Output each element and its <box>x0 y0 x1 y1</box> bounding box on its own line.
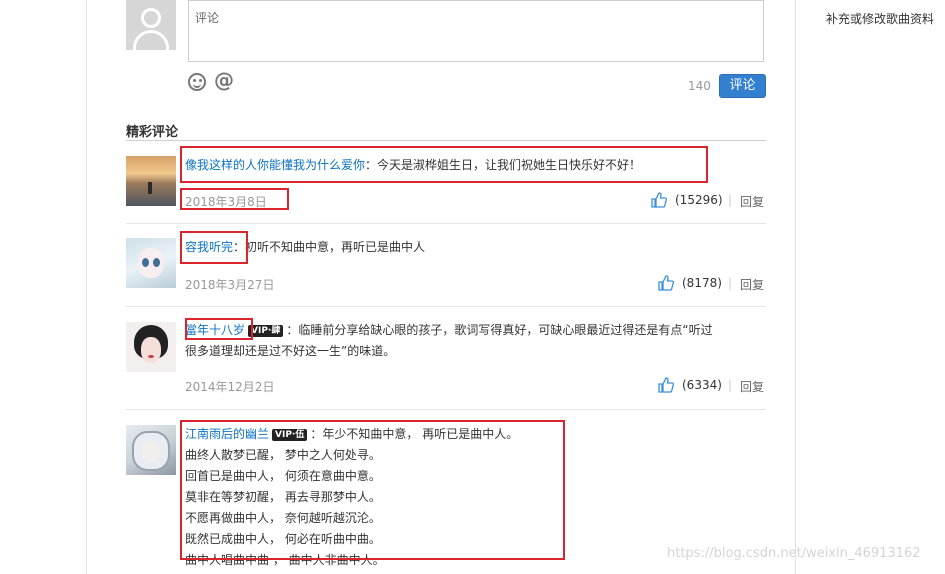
comment-input[interactable]: 评论 <box>188 0 764 62</box>
highlight-box <box>180 188 289 210</box>
highlight-box <box>180 231 248 264</box>
comment-divider <box>126 409 766 410</box>
highlight-box <box>180 420 565 560</box>
comment-input-placeholder: 评论 <box>195 11 220 25</box>
edit-song-info-link[interactable]: 补充或修改歌曲资料 <box>826 10 934 27</box>
comment-text: 临睡前分享给缺心眼的孩子，歌词写得真好，可缺心眼最近过得还是有点“听过 <box>298 323 713 337</box>
like-icon[interactable] <box>658 377 674 393</box>
comment-divider <box>126 223 766 224</box>
comment-text: 很多道理却还是过不好这一生”的味道。 <box>185 344 396 358</box>
content-right-border <box>795 0 796 574</box>
like-icon[interactable] <box>651 192 667 208</box>
char-count: 140 <box>688 79 711 93</box>
at-mention-icon[interactable]: @ <box>214 68 234 92</box>
like-count: (6334) <box>682 378 722 392</box>
separator: | <box>728 276 733 290</box>
like-icon[interactable] <box>658 275 674 291</box>
section-title: 精彩评论 <box>126 125 179 140</box>
separator: | <box>728 378 733 392</box>
emoji-icon[interactable] <box>188 73 206 91</box>
separator: | <box>728 193 733 207</box>
vip-badge: VIP·肆 <box>248 324 284 337</box>
comment-avatar[interactable] <box>126 238 176 288</box>
reply-link[interactable]: 回复 <box>740 378 764 395</box>
like-count: (15296) <box>675 193 723 207</box>
watermark: https://blog.csdn.net/weixin_46913162 <box>667 546 921 561</box>
highlight-box <box>185 318 253 340</box>
reply-link[interactable]: 回复 <box>740 193 764 210</box>
comment-avatar[interactable] <box>126 322 176 372</box>
comment-date: 2014年12月2日 <box>185 380 275 394</box>
section-divider <box>126 140 766 141</box>
current-user-avatar <box>126 0 176 50</box>
comment-date: 2018年3月27日 <box>185 278 275 292</box>
like-count: (8178) <box>682 276 722 290</box>
submit-comment-button[interactable]: 评论 <box>719 74 766 98</box>
content-left-border <box>86 0 87 574</box>
highlight-box <box>180 146 708 183</box>
reply-link[interactable]: 回复 <box>740 276 764 293</box>
comment-avatar[interactable] <box>126 156 176 206</box>
comment-avatar[interactable] <box>126 425 176 475</box>
comment-divider <box>126 306 766 307</box>
comment-text: 初听不知曲中意，再听已是曲中人 <box>245 240 426 254</box>
comment-item: 當年十八岁 VIP·肆 ：临睡前分享给缺心眼的孩子，歌词写得真好，可缺心眼最近过得还… <box>185 320 765 362</box>
